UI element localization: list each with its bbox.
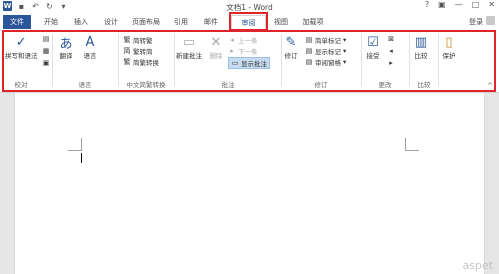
close-button[interactable]: ✕ (488, 0, 495, 9)
translate-label: 翻译 (59, 52, 73, 60)
review-pane-button[interactable]: ▤ 审阅窗格 ▾ (305, 57, 347, 67)
show-comments-icon: ▭ (231, 59, 239, 67)
language-button[interactable]: A 语言 (82, 34, 98, 61)
reject-icon[interactable]: ⊠ (387, 35, 395, 43)
tab-mailings[interactable]: 邮件 (200, 15, 222, 29)
new-comment-button[interactable]: ▭ 新建批注 (176, 34, 202, 61)
text-cursor (81, 153, 82, 163)
delete-comment-button[interactable]: ✕ 删除 (208, 34, 224, 61)
next-change-icon[interactable]: ▸ (387, 59, 395, 67)
crop-mark (81, 138, 82, 151)
new-comment-icon: ▭ (182, 34, 196, 50)
group-comments-label: 批注 (221, 81, 235, 89)
previous-change-icon[interactable]: ◂ (387, 47, 395, 55)
previous-comment-button[interactable]: ◂ 上一条 (228, 35, 257, 45)
review-tab-highlight (229, 12, 268, 31)
tab-insert[interactable]: 插入 (70, 15, 92, 29)
group-chinese-label: 中文简繁转换 (126, 81, 166, 89)
chevron-down-icon: ▾ (343, 47, 347, 55)
next-icon: ▸ (230, 47, 234, 55)
compare-button[interactable]: ▥ 比较 (413, 34, 429, 61)
group-compare: ▥ 比较 比较 (411, 32, 437, 90)
show-markup-button[interactable]: ▤ 显示标记 ▾ (305, 46, 347, 56)
crop-mark (68, 150, 82, 151)
accept-button[interactable]: ☑ 接受 (365, 34, 381, 61)
group-tracking-label: 修订 (314, 81, 328, 89)
group-changes-label: 更改 (378, 81, 392, 89)
group-changes: ☑ 接受 ⊠ ◂ ▸ 更改 (363, 32, 407, 90)
protect-button[interactable]: ▯ 保护 (441, 34, 457, 61)
collapse-ribbon-icon[interactable]: ^ (487, 82, 493, 90)
markup-mode-select[interactable]: ▤ 简单标记 ▾ (305, 35, 347, 45)
avatar[interactable] (486, 16, 495, 25)
tab-layout[interactable]: 页面布局 (128, 15, 164, 29)
thesaurus-icon[interactable]: ▤ (42, 35, 50, 43)
previous-icon: ◂ (230, 36, 234, 44)
group-protect: ▯ 保护 (440, 32, 464, 90)
show-markup-icon: ▤ (305, 47, 313, 55)
to-traditional-button[interactable]: 繁 简转繁 (123, 35, 153, 45)
group-language-label: 语言 (78, 81, 92, 89)
compare-icon: ▥ (414, 34, 428, 50)
convert-icon: 繁 (123, 58, 131, 66)
login-link[interactable]: 登录 (469, 17, 483, 27)
translate-icon: あ (59, 36, 73, 52)
tab-view[interactable]: 视图 (270, 15, 292, 29)
help-icon[interactable]: ? (425, 0, 429, 9)
markup-icon: ▤ (305, 36, 313, 44)
group-comments: ▭ 新建批注 ✕ 删除 ◂ 上一条 ▸ 下一条 ▭ 显示批注 批注 (176, 32, 280, 90)
document-page[interactable] (14, 93, 485, 274)
lock-icon: ▯ (445, 34, 453, 50)
spelling-grammar-button[interactable]: ✓ 拼写和语法 (5, 34, 38, 61)
group-tracking: ✎ 修订 ▤ 简单标记 ▾ ▤ 显示标记 ▾ ▤ 审阅窗格 ▾ 修订 (283, 32, 359, 90)
delete-comment-icon: ✕ (210, 34, 222, 50)
ribbon-display-icon[interactable]: ▣ (438, 0, 446, 9)
window-controls: ? ▣ — □ ✕ (425, 0, 495, 9)
trad-icon: 繁 (123, 36, 131, 44)
simp-icon: 简 (123, 47, 131, 55)
tab-home[interactable]: 开始 (40, 15, 62, 29)
tab-design[interactable]: 设计 (100, 15, 122, 29)
group-proofing: ✓ 拼写和语法 ▤ ▦ ▣ 校对 (2, 32, 49, 90)
convert-button[interactable]: 繁 简繁转换 (123, 57, 160, 67)
group-chinese-conversion: 繁 简转繁 简 繁转简 繁 简繁转换 中文简繁转换 (120, 32, 172, 90)
crop-mark (405, 138, 406, 151)
review-pane-icon: ▤ (305, 58, 313, 66)
chevron-down-icon: ▾ (343, 36, 347, 44)
minimize-button[interactable]: — (455, 0, 463, 9)
ribbon: ✓ 拼写和语法 ▤ ▦ ▣ 校对 あ 翻译 A 语言 语言 繁 简转繁 简 繁转… (0, 30, 499, 93)
tab-addins[interactable]: 加载项 (298, 15, 328, 29)
maximize-button[interactable]: □ (472, 0, 480, 9)
language-icon: A (85, 34, 95, 50)
group-compare-label: 比较 (417, 81, 431, 89)
chevron-down-icon: ▾ (343, 58, 347, 66)
group-proofing-label: 校对 (14, 81, 28, 89)
spelling-grammar-label: 拼写和语法 (5, 52, 38, 60)
translate-button[interactable]: あ 翻译 (58, 34, 74, 61)
tab-references[interactable]: 引用 (170, 15, 192, 29)
watermark: aspet (462, 259, 493, 272)
show-comments-button[interactable]: ▭ 显示批注 (228, 57, 270, 69)
next-comment-button[interactable]: ▸ 下一条 (228, 46, 257, 56)
accept-icon: ☑ (367, 34, 379, 50)
crop-mark (405, 150, 419, 151)
language-label: 语言 (83, 52, 97, 60)
track-changes-button[interactable]: ✎ 修订 (283, 34, 299, 61)
tab-file[interactable]: 文件 (3, 15, 31, 29)
track-changes-icon: ✎ (285, 34, 297, 50)
research-icon[interactable]: ▣ (42, 59, 50, 67)
spellcheck-icon: ✓ (15, 34, 27, 50)
to-simplified-button[interactable]: 简 繁转简 (123, 46, 153, 56)
word-count-icon[interactable]: ▦ (42, 47, 50, 55)
group-language: あ 翻译 A 语言 语言 (54, 32, 116, 90)
